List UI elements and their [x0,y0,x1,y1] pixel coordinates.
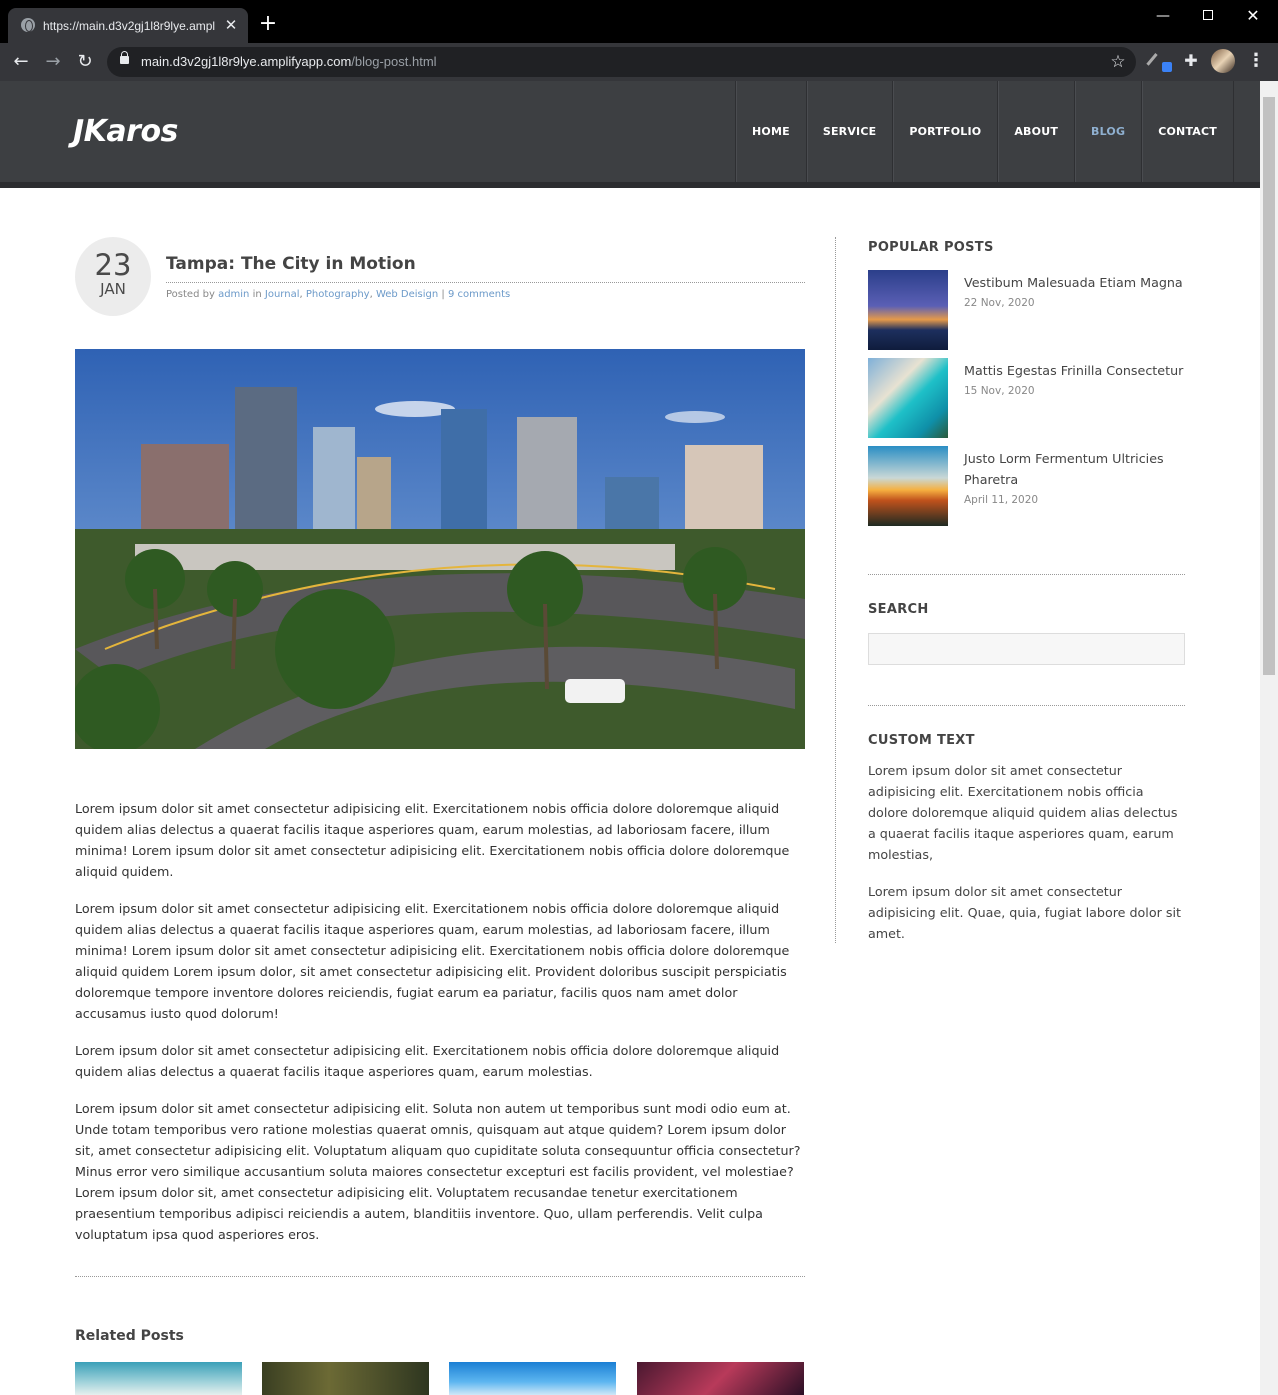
popular-posts-heading: POPULAR POSTS [868,240,994,255]
nav-portfolio[interactable]: PORTFOLIO [893,81,999,182]
url-host: main.d3v2gj1l8r9lye.amplifyapp.com [141,54,352,69]
search-input[interactable] [868,633,1185,665]
extensions-puzzle-icon[interactable]: ✚ [1181,51,1201,71]
post-month: JAN [100,280,126,298]
nav-service[interactable]: SERVICE [807,81,894,182]
extension-pen-icon[interactable] [1146,53,1173,73]
popular-post-thumb[interactable] [868,358,948,438]
meta-in: in [252,289,262,300]
category-link-journal[interactable]: Journal [265,289,300,300]
browser-tab-bar: https://main.d3v2gj1l8r9lye.ampl ✕ + — ✕ [0,0,1278,43]
post-day: 23 [94,248,132,282]
maximize-icon[interactable] [1193,6,1223,26]
globe-icon [21,18,35,32]
related-posts-heading: Related Posts [75,1328,184,1344]
site-header: JKaros HOME SERVICE PORTFOLIO ABOUT BLOG… [0,81,1260,188]
post-paragraph: Lorem ipsum dolor sit amet consectetur a… [75,1043,780,1079]
popular-post-date: 15 Nov, 2020 [964,385,1035,397]
address-bar[interactable]: main.d3v2gj1l8r9lye.amplifyapp.com/blog-… [107,47,1136,77]
post-body: Lorem ipsum dolor sit amet consectetur a… [75,798,805,1261]
post-title: Tampa: The City in Motion [166,254,416,274]
close-tab-icon[interactable]: ✕ [222,16,240,34]
nav-contact[interactable]: CONTACT [1142,81,1234,182]
popular-post-item[interactable]: Justo Lorm Fermentum Ultricies Pharetra … [868,446,1185,526]
related-post-thumb[interactable] [262,1362,429,1395]
main-nav: HOME SERVICE PORTFOLIO ABOUT BLOG CONTAC… [735,81,1234,182]
custom-text-heading: CUSTOM TEXT [868,733,975,748]
post-meta: Posted by admin in Journal, Photography,… [166,289,511,300]
post-paragraph: Lorem ipsum dolor sit amet consectetur a… [75,801,790,879]
related-post-thumb[interactable] [637,1362,804,1395]
popular-post-thumb[interactable] [868,446,948,526]
browser-menu-icon[interactable]: ⋮ [1246,50,1266,72]
profile-avatar[interactable] [1211,49,1235,73]
category-link-web-design[interactable]: Web Deisign [376,289,438,300]
nav-blog[interactable]: BLOG [1075,81,1143,182]
nav-home[interactable]: HOME [736,81,807,182]
popular-post-title[interactable]: Vestibum Malesuada Etiam Magna [964,272,1189,293]
meta-posted-by: Posted by [166,289,215,300]
hero-image-tampa-skyline [75,349,805,749]
sidebar-divider [868,705,1185,706]
lock-icon[interactable] [120,51,129,64]
popular-post-thumb[interactable] [868,270,948,350]
popular-post-title[interactable]: Justo Lorm Fermentum Ultricies Pharetra [964,448,1189,490]
window-close-icon[interactable]: ✕ [1238,6,1268,26]
sidebar-divider [868,574,1185,575]
forward-arrow-icon[interactable]: → [42,51,64,73]
related-post-thumb[interactable] [449,1362,616,1395]
reload-icon[interactable]: ↻ [74,51,96,73]
content-sidebar-divider [835,237,836,943]
tab-title: https://main.d3v2gj1l8r9lye.ampl [43,19,216,33]
url-path: /blog-post.html [351,54,437,69]
new-tab-button[interactable]: + [258,13,278,35]
post-paragraph: Lorem ipsum dolor sit amet consectetur a… [75,1101,801,1242]
comments-link[interactable]: 9 comments [448,289,510,300]
site-logo[interactable]: JKaros [73,114,178,149]
scrollbar-thumb[interactable] [1263,97,1275,675]
url-text[interactable]: main.d3v2gj1l8r9lye.amplifyapp.com/blog-… [141,54,437,70]
author-link[interactable]: admin [218,289,249,300]
custom-text-paragraph: Lorem ipsum dolor sit amet consectetur a… [868,884,1181,941]
category-link-photography[interactable]: Photography [306,289,370,300]
post-paragraph: Lorem ipsum dolor sit amet consectetur a… [75,901,790,1021]
custom-text-paragraph: Lorem ipsum dolor sit amet consectetur a… [868,763,1178,862]
browser-tab[interactable]: https://main.d3v2gj1l8r9lye.ampl ✕ [8,8,248,43]
popular-post-date: April 11, 2020 [964,494,1039,506]
popular-post-item[interactable]: Vestibum Malesuada Etiam Magna 22 Nov, 2… [868,270,1185,350]
related-post-thumb[interactable] [75,1362,242,1395]
browser-toolbar: ← → ↻ main.d3v2gj1l8r9lye.amplifyapp.com… [0,43,1278,81]
popular-post-item[interactable]: Mattis Egestas Frinilla Consectetur 15 N… [868,358,1185,438]
popular-post-date: 22 Nov, 2020 [964,297,1035,309]
popular-post-title[interactable]: Mattis Egestas Frinilla Consectetur [964,360,1189,381]
back-arrow-icon[interactable]: ← [10,51,32,73]
bookmark-star-icon[interactable]: ☆ [1108,52,1128,72]
search-heading: SEARCH [868,602,929,617]
nav-about[interactable]: ABOUT [998,81,1076,182]
post-date-badge: 23 JAN [75,237,151,316]
minimize-icon[interactable]: — [1148,6,1178,26]
title-divider [166,282,805,283]
article-divider [75,1276,805,1277]
page-scrollbar[interactable] [1260,81,1278,1395]
